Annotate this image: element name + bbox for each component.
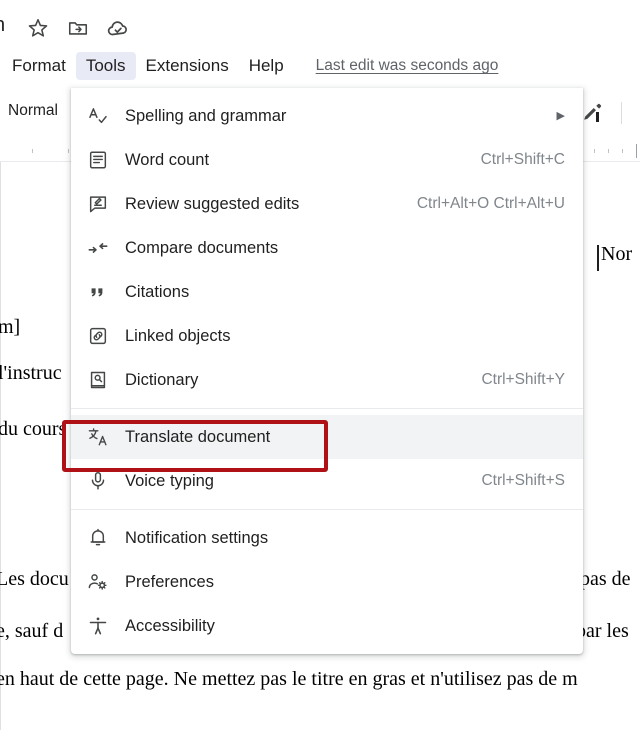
page-left-edge <box>0 162 1 730</box>
menu-help[interactable]: Help <box>239 52 294 80</box>
doc-fragment: par les <box>576 620 629 642</box>
menu-item-label: Word count <box>125 150 210 169</box>
doc-fragment: pas de <box>580 568 631 590</box>
menu-item-translate-document[interactable]: Translate document <box>71 415 583 459</box>
menu-tools[interactable]: Tools <box>75 52 136 80</box>
doc-fragment: du cours <box>0 418 67 440</box>
menu-item-linked-objects[interactable]: Linked objects <box>71 314 583 358</box>
menu-format[interactable]: Format <box>2 52 76 80</box>
menu-item-label: Linked objects <box>125 326 231 345</box>
menu-item-label: Voice typing <box>125 471 214 490</box>
menu-item-label: Translate document <box>125 427 271 446</box>
menu-item-shortcut: Ctrl+Shift+C <box>480 151 565 168</box>
menu-item-label: Review suggested edits <box>125 194 300 213</box>
text-cursor <box>597 245 599 271</box>
tools-menu-group-2: Translate document Voice typing Ctrl+Shi… <box>71 415 583 503</box>
bell-icon <box>87 526 115 550</box>
menu-item-notification-settings[interactable]: Notification settings <box>71 516 583 560</box>
menu-item-word-count[interactable]: Word count Ctrl+Shift+C <box>71 138 583 182</box>
accessibility-icon <box>87 614 115 638</box>
menu-separator <box>71 408 583 409</box>
compare-documents-icon <box>87 236 115 260</box>
tools-menu-group-3: Notification settings Preferences Access… <box>71 516 583 648</box>
tools-menu[interactable]: Spelling and grammar ▶ Word count Ctrl+S… <box>71 88 583 654</box>
menu-item-label: Compare documents <box>125 238 279 257</box>
microphone-icon <box>87 469 115 493</box>
menu-item-voice-typing[interactable]: Voice typing Ctrl+Shift+S <box>71 459 583 503</box>
doc-fragment: e, sauf d <box>0 620 64 642</box>
google-docs-window: n <box>0 0 640 730</box>
toolbar-divider <box>621 102 622 124</box>
menu-item-citations[interactable]: Citations <box>71 270 583 314</box>
chevron-right-icon: ▶ <box>556 109 565 122</box>
menu-bar[interactable]: Format Tools Extensions Help Last edit w… <box>0 50 640 82</box>
menu-extensions[interactable]: Extensions <box>136 52 239 80</box>
star-icon[interactable] <box>18 8 58 48</box>
last-edit-status[interactable]: Last edit was seconds ago <box>316 57 499 75</box>
move-folder-icon[interactable] <box>58 8 98 48</box>
doc-fragment: Les docu <box>0 568 69 590</box>
menu-item-review-suggested-edits[interactable]: Review suggested edits Ctrl+Alt+O Ctrl+A… <box>71 182 583 226</box>
menu-item-label: Notification settings <box>125 528 269 547</box>
menu-item-label: Citations <box>125 282 190 301</box>
review-edits-icon <box>87 192 115 216</box>
menu-item-label: Preferences <box>125 572 214 591</box>
spellcheck-icon <box>87 104 115 128</box>
title-actions-row <box>0 8 640 48</box>
menu-separator <box>71 509 583 510</box>
toolbar-caret-marker <box>596 112 599 122</box>
doc-fragment: Nor <box>601 243 633 265</box>
citations-icon <box>87 280 115 304</box>
menu-item-shortcut: Ctrl+Shift+Y <box>481 371 565 388</box>
dictionary-icon <box>87 368 115 392</box>
menu-item-shortcut: Ctrl+Alt+O Ctrl+Alt+U <box>416 195 565 212</box>
menu-item-label: Accessibility <box>125 616 215 635</box>
menu-item-compare-documents[interactable]: Compare documents <box>71 226 583 270</box>
linked-objects-icon <box>87 324 115 348</box>
menu-item-label: Dictionary <box>125 370 199 389</box>
preferences-icon <box>87 570 115 594</box>
doc-fragment: m] <box>0 316 21 338</box>
menu-item-shortcut: Ctrl+Shift+S <box>481 472 565 489</box>
cloud-saved-icon[interactable] <box>98 8 138 48</box>
translate-icon <box>87 425 115 449</box>
menu-item-preferences[interactable]: Preferences <box>71 560 583 604</box>
menu-item-label: Spelling and grammar <box>125 106 287 125</box>
doc-fragment: l'instruc <box>0 362 62 384</box>
doc-fragment: en haut de cette page. Ne mettez pas le … <box>0 668 578 690</box>
tools-menu-group-1: Spelling and grammar ▶ Word count Ctrl+S… <box>71 94 583 402</box>
menu-item-accessibility[interactable]: Accessibility <box>71 604 583 648</box>
paragraph-style-value[interactable]: Normal <box>8 102 58 120</box>
menu-item-spelling-and-grammar[interactable]: Spelling and grammar ▶ <box>71 94 583 138</box>
menu-item-dictionary[interactable]: Dictionary Ctrl+Shift+Y <box>71 358 583 402</box>
word-count-icon <box>87 148 115 172</box>
